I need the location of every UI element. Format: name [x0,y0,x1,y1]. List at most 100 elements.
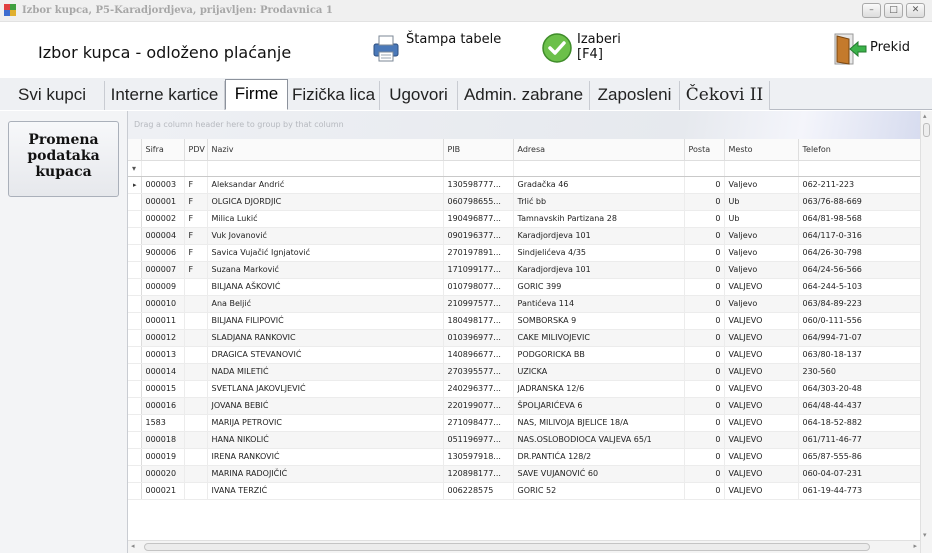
cell-mesto[interactable]: Valjevo [724,261,799,279]
cell-adresa[interactable]: NAS.OSLOBODIOCA VALJEVA 65/1 [513,431,685,449]
cell-posta[interactable]: 0 [684,295,725,313]
cell-mesto[interactable]: VALJEVO [724,482,799,500]
row-indicator[interactable] [128,210,142,228]
tab-firme[interactable]: Firme [225,79,288,110]
cell-telefon[interactable]: 060/0-111-556 [798,312,921,330]
row-indicator[interactable] [128,448,142,466]
row-indicator[interactable] [128,278,142,296]
cell-pdv[interactable] [184,397,208,415]
row-indicator[interactable] [128,380,142,398]
row-indicator[interactable] [128,244,142,262]
column-header-telefon[interactable]: Telefon [798,139,921,161]
cell-adresa[interactable]: JADRANSKA 12/6 [513,380,685,398]
cell-mesto[interactable]: VALJEVO [724,397,799,415]
cell-sifra[interactable]: 000004 [141,227,185,245]
cell-mesto[interactable]: Valjevo [724,227,799,245]
vertical-scroll-thumb[interactable] [923,123,930,137]
cell-pib[interactable]: 010396977... [443,329,514,347]
cell-naziv[interactable]: Vuk Jovanović [207,227,444,245]
cell-naziv[interactable]: IVANA TERZIĆ [207,482,444,500]
table-row[interactable]: 000009 BILJANA AŠKOVIĆ 010798077... GORIC 3… [128,278,921,296]
cell-naziv[interactable]: OLGICA DJORDJIC [207,193,444,211]
edit-customer-data-button[interactable]: Promena podataka kupaca [8,121,119,197]
cell-mesto[interactable]: VALJEVO [724,312,799,330]
cell-sifra[interactable]: 000016 [141,397,185,415]
cell-naziv[interactable]: Savica Vujačić Ignjatović [207,244,444,262]
cell-mesto[interactable]: Ub [724,210,799,228]
cell-telefon[interactable]: 063/84-89-223 [798,295,921,313]
cell-pdv[interactable] [184,431,208,449]
print-table-button[interactable]: Štampa tabele [370,32,501,64]
cell-telefon[interactable]: 064/26-30-798 [798,244,921,262]
cell-naziv[interactable]: SLADJANA RANKOVIC [207,329,444,347]
cell-pib[interactable]: 130597918... [443,448,514,466]
cell-pdv[interactable] [184,295,208,313]
tab-admin-zabrane[interactable]: Admin. zabrane [458,81,590,110]
table-row[interactable]: 000015 SVETLANA JAKOVLJEVIĆ 240296377... JA… [128,380,921,398]
cell-sifra[interactable]: 000002 [141,210,185,228]
cell-telefon[interactable]: 063/76-88-669 [798,193,921,211]
tab-svi-kupci[interactable]: Svi kupci [0,81,105,110]
cell-mesto[interactable]: Valjevo [724,244,799,262]
cell-pib[interactable]: 240296377... [443,380,514,398]
table-row[interactable]: 000021 IVANA TERZIĆ 006228575 GORIC 52 0 VALJ… [128,482,921,500]
cell-telefon[interactable]: 060-04-07-231 [798,465,921,483]
column-header-mesto[interactable]: Mesto [724,139,799,161]
cell-posta[interactable]: 0 [684,193,725,211]
filter-cell[interactable] [443,160,514,177]
scroll-left-icon[interactable]: ◂ [131,542,135,550]
column-header-sifra[interactable]: Sifra [141,139,185,161]
cell-mesto[interactable]: VALJEVO [724,414,799,432]
filter-cell[interactable] [684,160,725,177]
cell-telefon[interactable]: 061/711-46-77 [798,431,921,449]
table-row[interactable]: 000012 SLADJANA RANKOVIC 010396977... CAKE … [128,329,921,347]
table-row[interactable]: 000020 MARINA RADOJIČIĆ 120898177... SAVE V… [128,465,921,483]
cell-pdv[interactable]: F [184,244,208,262]
cell-pib[interactable]: 171099177... [443,261,514,279]
table-row[interactable]: 000019 IRENA RANKOVIĆ 130597918... DR.PANTI… [128,448,921,466]
scroll-up-icon[interactable]: ▴ [923,112,927,120]
cell-posta[interactable]: 0 [684,227,725,245]
row-indicator[interactable]: ▸ [128,176,142,194]
table-row[interactable]: ▸ 000003 F Aleksandar Andrić 130598777... Gra… [128,176,921,194]
filter-cell[interactable] [184,160,208,177]
table-row[interactable]: 000018 HANA NIKOLIĆ 051196977... NAS.OSLOBO… [128,431,921,449]
cell-mesto[interactable]: VALJEVO [724,465,799,483]
cell-mesto[interactable]: VALJEVO [724,346,799,364]
cell-telefon[interactable]: 064-244-5-103 [798,278,921,296]
tab-ugovori[interactable]: Ugovori [380,81,458,110]
row-indicator[interactable] [128,465,142,483]
table-row[interactable]: 1583 MARIJA PETROVIC 271098477... NAS, MILI… [128,414,921,432]
cell-sifra[interactable]: 000014 [141,363,185,381]
filter-cell[interactable] [724,160,799,177]
cell-mesto[interactable]: VALJEVO [724,329,799,347]
tab-fizicka-lica[interactable]: Fizička lica [288,81,380,110]
cell-mesto[interactable]: Ub [724,193,799,211]
table-row[interactable]: 000016 JOVANA BEBIĆ 220199077... ŠPOLJARIĆE… [128,397,921,415]
cell-posta[interactable]: 0 [684,380,725,398]
cell-sifra[interactable]: 000007 [141,261,185,279]
cell-telefon[interactable]: 064-18-52-882 [798,414,921,432]
cell-naziv[interactable]: Aleksandar Andrić [207,176,444,194]
cell-pib[interactable]: 006228575 [443,482,514,500]
cell-sifra[interactable]: 000019 [141,448,185,466]
cell-posta[interactable]: 0 [684,397,725,415]
cell-naziv[interactable]: NADA MILETIĆ [207,363,444,381]
cell-sifra[interactable]: 000011 [141,312,185,330]
cell-posta[interactable]: 0 [684,414,725,432]
row-indicator[interactable] [128,261,142,279]
cell-posta[interactable]: 0 [684,346,725,364]
cell-posta[interactable]: 0 [684,176,725,194]
tab-zaposleni[interactable]: Zaposleni [590,81,680,110]
cell-adresa[interactable]: Karadjordjeva 101 [513,261,685,279]
select-button[interactable]: Izaberi [F4] [541,32,621,64]
row-indicator[interactable] [128,482,142,500]
cell-pib[interactable]: 180498177... [443,312,514,330]
cell-adresa[interactable]: GORIC 52 [513,482,685,500]
horizontal-scrollbar[interactable]: ◂ ▸ [128,540,920,553]
cell-telefon[interactable]: 064/994-71-07 [798,329,921,347]
cell-pdv[interactable]: F [184,193,208,211]
cell-naziv[interactable]: HANA NIKOLIĆ [207,431,444,449]
cell-adresa[interactable]: Karadjordjeva 101 [513,227,685,245]
cell-pib[interactable]: 120898177... [443,465,514,483]
